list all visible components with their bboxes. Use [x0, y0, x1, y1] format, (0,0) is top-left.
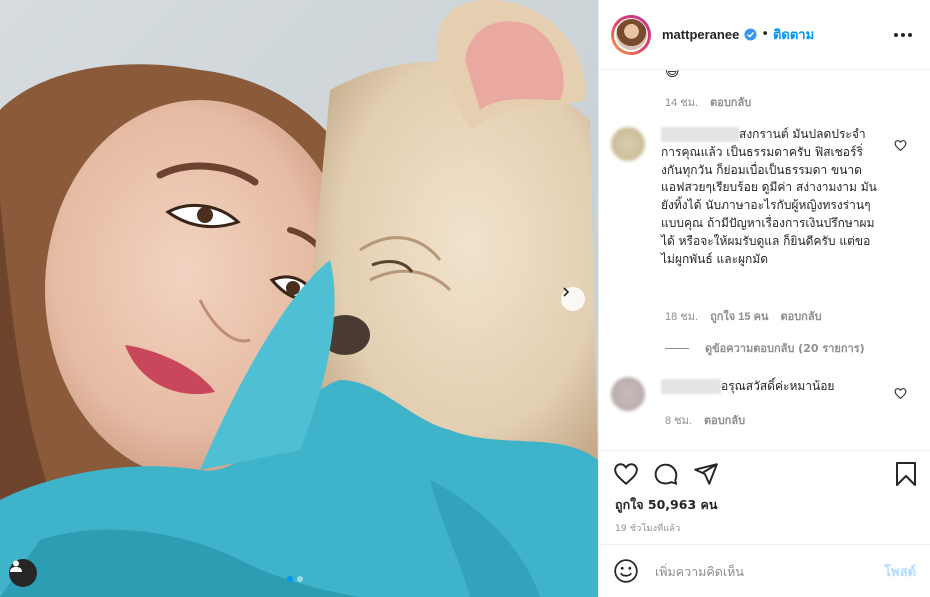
commenter-username[interactable]	[661, 379, 721, 394]
like-count[interactable]: ถูกใจ 50,963 คน	[615, 495, 717, 515]
tagged-users-button[interactable]	[9, 559, 37, 587]
post-details-panel: mattperanee • ติดตาม 😃 14 ชม. ตอบกลับ สงก…	[598, 0, 930, 597]
comment-input[interactable]	[653, 562, 867, 580]
add-comment-bar: โพสต์	[599, 544, 930, 597]
comment-likes[interactable]: ถูกใจ 15 คน	[710, 311, 768, 323]
comment-bubble-icon[interactable]	[653, 461, 679, 487]
commenter-avatar[interactable]	[611, 127, 645, 161]
next-photo-button[interactable]	[561, 287, 585, 311]
view-replies-button[interactable]: ดูข้อความตอบกลับ (20 รายการ)	[665, 339, 865, 357]
like-heart-icon[interactable]	[613, 461, 639, 487]
comment-time: 18 ชม.	[665, 311, 699, 323]
like-comment-heart-icon[interactable]	[894, 139, 907, 152]
post-comment-button[interactable]: โพสต์	[884, 561, 916, 582]
commenter-username[interactable]	[661, 127, 739, 142]
reply-button[interactable]: ตอบกลับ	[704, 415, 745, 427]
save-bookmark-icon[interactable]	[894, 461, 918, 487]
reply-button[interactable]: ตอบกลับ	[780, 311, 821, 323]
carousel-dot-1	[287, 576, 293, 582]
chevron-right-icon	[563, 287, 570, 297]
commenter-avatar[interactable]	[611, 377, 645, 411]
emoji-smiley-icon[interactable]	[613, 558, 639, 584]
comment-item: อรุณสวัสดิ์ค่ะหมาน้อย	[661, 378, 883, 396]
top-comment-meta: 14 ชม. ตอบกลับ	[665, 93, 751, 111]
more-icon	[894, 32, 898, 37]
comment-item: สงกรานต์ มันปลดประจำการคุณแล้ว เป็นธรรมด…	[661, 126, 883, 268]
top-comment-emoji: 😃	[665, 70, 680, 80]
like-comment-heart-icon[interactable]	[894, 387, 907, 400]
post-header: mattperanee • ติดตาม	[599, 0, 930, 70]
author-avatar[interactable]	[611, 14, 651, 55]
comment-time: 14 ชม.	[665, 97, 699, 109]
comment-text: อรุณสวัสดิ์ค่ะหมาน้อย	[721, 379, 835, 393]
follow-button[interactable]: ติดตาม	[773, 24, 814, 45]
comment-text: สงกรานต์ มันปลดประจำการคุณแล้ว เป็นธรรมด…	[661, 127, 877, 266]
post-timestamp[interactable]: 19 ชั่วโมงที่แล้ว	[615, 521, 680, 535]
author-username[interactable]: mattperanee	[662, 27, 739, 42]
comment-meta: 18 ชม. ถูกใจ 15 คน ตอบกลับ	[665, 307, 822, 325]
photo-illustration	[0, 0, 598, 597]
post-actions: ถูกใจ 50,963 คน 19 ชั่วโมงที่แล้ว	[599, 450, 930, 534]
carousel-dot-2	[297, 576, 303, 582]
more-options-button[interactable]	[890, 29, 916, 41]
comment-time: 8 ชม.	[665, 415, 692, 427]
post-photo[interactable]	[0, 0, 598, 597]
header-separator: •	[761, 27, 769, 42]
carousel-indicator	[287, 576, 303, 582]
comments-list[interactable]: 😃 14 ชม. ตอบกลับ สงกรานต์ มันปลดประจำการค…	[599, 70, 930, 450]
comment-meta: 8 ชม. ตอบกลับ	[665, 411, 745, 429]
verified-badge-icon	[744, 28, 757, 41]
user-icon	[10, 560, 22, 572]
share-send-icon[interactable]	[693, 461, 719, 487]
reply-button[interactable]: ตอบกลับ	[710, 97, 751, 109]
